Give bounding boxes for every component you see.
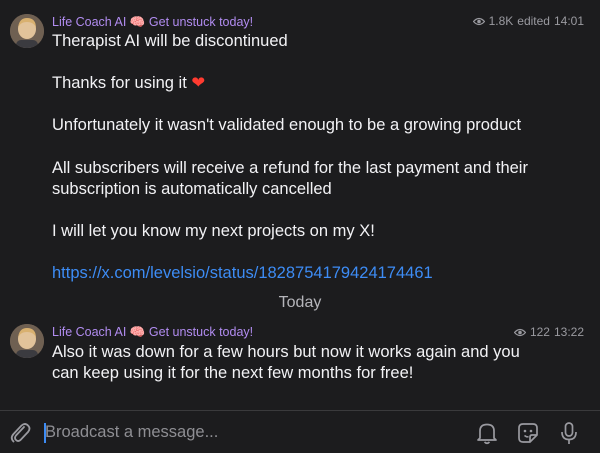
message-meta: 122 13:22	[513, 325, 584, 339]
sticker-icon[interactable]	[516, 421, 540, 445]
message-input[interactable]: Broadcast a message...	[45, 423, 218, 442]
timestamp: 13:22	[553, 325, 584, 339]
bell-icon[interactable]	[476, 421, 498, 445]
sender-name[interactable]: Life Coach AI 🧠 Get unstuck today!	[52, 324, 253, 340]
message-text-line: Also it was down for a few hours but now…	[52, 343, 520, 361]
eye-icon	[513, 328, 526, 336]
view-count: 122	[529, 325, 550, 339]
avatar[interactable]	[10, 324, 44, 358]
microphone-icon[interactable]	[559, 421, 579, 447]
message-input-bar: Broadcast a message...	[0, 410, 600, 453]
message-text-line: can keep using it for the next few month…	[52, 364, 414, 382]
message-2: Life Coach AI 🧠 Get unstuck today! 122 1…	[0, 0, 600, 400]
paperclip-icon[interactable]	[9, 421, 31, 445]
